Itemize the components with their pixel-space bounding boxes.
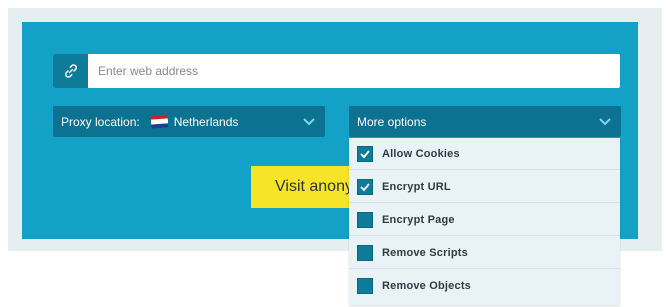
option-label: Remove Scripts (382, 246, 468, 259)
more-options-label: More options (357, 114, 427, 129)
checkbox-unchecked[interactable] (357, 211, 373, 228)
chevron-down-icon (303, 118, 315, 126)
check-icon (360, 182, 370, 191)
option-allow-cookies[interactable]: Allow Cookies (349, 138, 620, 170)
option-label: Allow Cookies (382, 147, 460, 160)
netherlands-flag-icon (150, 114, 169, 129)
option-encrypt-url[interactable]: Encrypt URL (349, 171, 620, 203)
url-bar (53, 54, 620, 88)
option-remove-scripts[interactable]: Remove Scripts (349, 237, 620, 269)
checkbox-unchecked[interactable] (357, 244, 373, 261)
more-options-select[interactable]: More options (349, 106, 621, 137)
option-remove-objects[interactable]: Remove Objects (349, 270, 620, 302)
url-input[interactable] (88, 54, 618, 88)
check-icon (360, 149, 370, 158)
checkbox-checked[interactable] (357, 145, 373, 162)
checkbox-checked[interactable] (357, 178, 373, 195)
link-icon (53, 54, 88, 88)
proxy-location-select[interactable]: Proxy location: Netherlands (53, 106, 325, 137)
checkbox-unchecked[interactable] (357, 278, 373, 294)
chevron-down-icon (599, 118, 611, 126)
proxy-location-label: Proxy location: (61, 114, 140, 129)
option-label: Encrypt Page (382, 213, 455, 226)
option-label: Remove Objects (382, 280, 472, 292)
options-dropdown: Allow Cookies Encrypt URL Encrypt Page R… (349, 138, 620, 305)
option-label: Encrypt URL (382, 180, 451, 193)
proxy-country: Netherlands (173, 114, 239, 129)
option-encrypt-page[interactable]: Encrypt Page (349, 204, 620, 236)
